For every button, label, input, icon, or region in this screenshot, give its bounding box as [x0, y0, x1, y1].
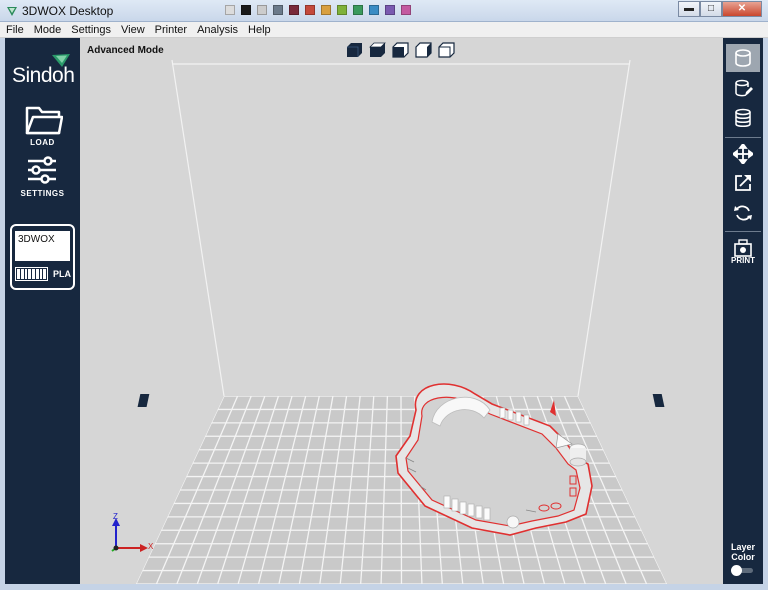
toolbar-separator: [725, 231, 761, 232]
color-swatch: [225, 5, 235, 15]
color-swatches: [225, 5, 411, 15]
load-label: LOAD: [30, 138, 55, 147]
window-border-right: [763, 38, 768, 584]
minimize-button[interactable]: ▬: [678, 1, 700, 17]
color-swatch: [289, 5, 299, 15]
cylinder-icon: [735, 49, 751, 67]
view-left-icon[interactable]: [392, 42, 409, 58]
view-top-icon[interactable]: [369, 42, 386, 58]
right-toolbar: PRINT Layer Color: [723, 38, 763, 584]
cylinder-tool-button[interactable]: [726, 44, 760, 72]
plate-clip-right: [652, 394, 665, 407]
view-right-icon[interactable]: [415, 42, 432, 58]
left-sidebar: Sindoh LOAD SETTINGS 3DWOX PLA: [5, 38, 80, 584]
color-swatch: [257, 5, 267, 15]
layers-tool-button[interactable]: [726, 104, 760, 132]
move-icon: [733, 144, 753, 164]
sindoh-logo: Sindoh: [12, 64, 75, 87]
3d-viewport[interactable]: Z X Advanced Mode: [80, 38, 723, 584]
color-swatch: [385, 5, 395, 15]
layers-icon: [735, 108, 751, 127]
app-icon: [7, 7, 17, 16]
filament-level-icon: [15, 267, 48, 281]
settings-label: SETTINGS: [20, 189, 65, 198]
window-title: 3DWOX Desktop: [22, 4, 114, 18]
build-scene: Z X: [111, 59, 667, 584]
plate-clip-left: [137, 394, 150, 407]
color-swatch: [353, 5, 363, 15]
color-swatch: [369, 5, 379, 15]
rotate-icon: [734, 205, 752, 221]
axis-gizmo: Z X: [111, 512, 154, 552]
menu-view[interactable]: View: [121, 24, 145, 36]
menu-file[interactable]: File: [6, 24, 24, 36]
layer-color-toggle[interactable]: [731, 565, 753, 576]
close-button[interactable]: ✕: [722, 1, 762, 17]
edit-layer-icon: [735, 79, 753, 97]
window-border-bottom: [0, 584, 768, 590]
menu-help[interactable]: Help: [248, 24, 271, 36]
view-cube-toolbar: [346, 42, 455, 58]
color-swatch: [337, 5, 347, 15]
view-back-icon[interactable]: [438, 42, 455, 58]
view-front-icon[interactable]: [346, 42, 363, 58]
print-icon: [734, 239, 752, 257]
move-tool-button[interactable]: [726, 140, 760, 168]
menu-analysis[interactable]: Analysis: [197, 24, 238, 36]
material-label: PLA: [53, 269, 71, 279]
scale-icon: [735, 175, 751, 191]
menu-bar: File Mode Settings View Printer Analysis…: [0, 22, 768, 38]
print-label: PRINT: [731, 256, 755, 265]
color-swatch: [321, 5, 331, 15]
color-swatch: [273, 5, 283, 15]
axis-z-label: Z: [113, 512, 118, 521]
layer-color-label: Layer Color: [730, 542, 756, 562]
build-plate: [136, 396, 667, 584]
edit-layer-tool-button[interactable]: [726, 75, 760, 103]
sliders-icon: [28, 156, 56, 184]
menu-printer[interactable]: Printer: [155, 24, 187, 36]
title-bar: 3DWOX Desktop ▬ □ ✕: [0, 0, 768, 22]
color-swatch: [241, 5, 251, 15]
color-swatch: [401, 5, 411, 15]
menu-mode[interactable]: Mode: [34, 24, 62, 36]
rotate-tool-button[interactable]: [726, 199, 760, 227]
toolbar-separator: [725, 137, 761, 138]
folder-icon: [25, 106, 63, 135]
printer-name: 3DWOX: [15, 231, 70, 261]
printer-card[interactable]: 3DWOX PLA: [10, 224, 75, 290]
color-swatch: [305, 5, 315, 15]
mode-label: Advanced Mode: [87, 45, 164, 56]
scale-tool-button[interactable]: [726, 169, 760, 197]
maximize-button[interactable]: □: [700, 1, 722, 17]
menu-settings[interactable]: Settings: [71, 24, 111, 36]
axis-x-label: X: [148, 542, 154, 551]
